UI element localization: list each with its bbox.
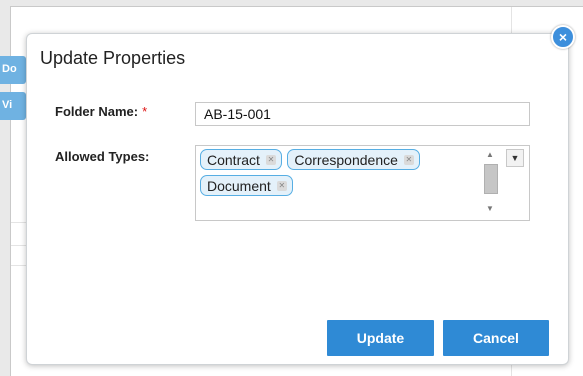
remove-tag-icon[interactable]: ✕ — [403, 154, 414, 165]
update-properties-dialog: Update Properties Folder Name:* Allowed … — [26, 33, 569, 365]
remove-tag-icon[interactable]: ✕ — [276, 180, 287, 191]
cancel-button[interactable]: Cancel — [443, 320, 549, 356]
allowed-types-field[interactable]: Contract ✕ Correspondence ✕ Document ✕ ▲ ▼ … — [195, 145, 530, 221]
scroll-thumb[interactable] — [484, 164, 498, 194]
remove-tag-icon[interactable]: ✕ — [265, 154, 276, 165]
scroll-down-icon[interactable]: ▼ — [485, 204, 495, 214]
tag-label: Document — [207, 177, 271, 194]
background-tab[interactable]: Vi — [0, 92, 26, 120]
allowed-types-label: Allowed Types: — [55, 149, 150, 164]
scroll-up-icon[interactable]: ▲ — [485, 150, 495, 160]
tag-list: Contract ✕ Correspondence ✕ Document ✕ — [200, 148, 480, 200]
folder-name-label-text: Folder Name: — [55, 104, 139, 119]
folder-name-input[interactable] — [195, 102, 530, 126]
tag-contract[interactable]: Contract ✕ — [200, 149, 282, 170]
tag-label: Contract — [207, 151, 260, 168]
tag-correspondence[interactable]: Correspondence ✕ — [287, 149, 420, 170]
folder-name-label: Folder Name: * — [55, 104, 147, 119]
tag-document[interactable]: Document ✕ — [200, 175, 293, 196]
close-icon[interactable]: × — [551, 25, 575, 49]
update-button[interactable]: Update — [327, 320, 434, 356]
background-tab[interactable]: Do — [0, 56, 26, 84]
chevron-down-icon[interactable]: ▼ — [506, 149, 524, 167]
tag-list-scrollbar[interactable]: ▲ ▼ — [483, 148, 498, 216]
dialog-title: Update Properties — [40, 48, 186, 68]
tag-label: Correspondence — [294, 151, 398, 168]
required-marker: * — [142, 104, 148, 119]
